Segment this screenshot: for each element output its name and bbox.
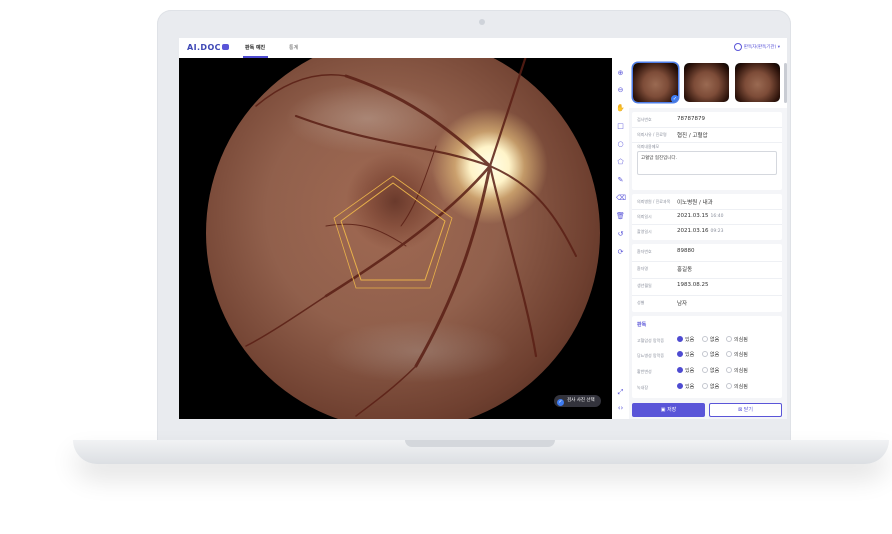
logo-mark-icon xyxy=(221,44,229,50)
finding-option-suspect[interactable]: 의심됨 xyxy=(726,383,748,390)
radio-checked-icon xyxy=(677,367,683,373)
hospital-value: 이노병원 / 내과 xyxy=(677,200,713,206)
check-icon: ✓ xyxy=(671,95,678,102)
app-screen: AI.DOC 판독 예진 통계 판독자(판독기관) ▾ ✓ 검사 사진 선택 ⊕… xyxy=(179,38,787,419)
hand-icon[interactable]: ✋ xyxy=(616,104,625,113)
radio-icon xyxy=(726,383,732,389)
check-icon: ✓ xyxy=(557,399,564,406)
user-menu[interactable]: 판독자(판독기관) ▾ xyxy=(733,43,780,51)
patient-no-value: 89880 xyxy=(677,248,695,254)
radio-icon xyxy=(702,367,708,373)
sex-value: 남자 xyxy=(677,301,688,307)
request-date-row: 의뢰일시 2021.03.15 16:40 xyxy=(632,209,782,225)
pen-icon[interactable]: ✎ xyxy=(616,176,625,185)
undo-icon[interactable]: ↺ xyxy=(616,230,625,239)
select-photo-chip[interactable]: ✓ 검사 사진 선택 xyxy=(554,395,601,407)
thumbnail-3[interactable] xyxy=(735,63,780,102)
tab-statistics[interactable]: 통계 xyxy=(289,44,298,51)
finding-option-suspect[interactable]: 의심됨 xyxy=(726,336,748,343)
finding-option-suspect[interactable]: 의심됨 xyxy=(726,351,748,358)
top-nav-bar: AI.DOC 판독 예진 통계 판독자(판독기관) ▾ xyxy=(179,38,787,59)
finding-row-hypertensive: 고혈압성 망막증 있음 없음 의심됨 xyxy=(637,336,748,343)
memo-textarea[interactable]: 고혈압 협진입니다. xyxy=(637,151,777,175)
close-button[interactable]: ⊠ 닫기 xyxy=(709,403,782,417)
webcam-dot xyxy=(479,19,485,25)
circle-icon[interactable]: ○ xyxy=(616,140,625,149)
diagnosis-value: 협진 / 고혈압 xyxy=(677,133,708,139)
annotation-toolbar: ⊕ ⊖ ✋ □ ○ ⬠ ✎ ⌫ 🗑 ↺ ⟳ ⤢ ‹› xyxy=(612,58,630,419)
finding-option-yes[interactable]: 있음 xyxy=(677,351,694,358)
birth-value: 1983.08.25 xyxy=(677,282,709,288)
reset-icon[interactable]: ⟳ xyxy=(616,248,625,257)
save-button[interactable]: ▣ 저장 xyxy=(632,403,705,417)
tab-reading[interactable]: 판독 예진 xyxy=(245,44,265,51)
zoom-out-icon[interactable]: ⊖ xyxy=(616,86,625,95)
thumbnail-2[interactable] xyxy=(684,63,729,102)
exam-no-value: 78787879 xyxy=(677,116,705,122)
finding-option-no[interactable]: 없음 xyxy=(702,383,719,390)
finding-option-no[interactable]: 없음 xyxy=(702,351,719,358)
radio-checked-icon xyxy=(677,351,683,357)
eraser-icon[interactable]: ⌫ xyxy=(616,194,626,203)
fundus-image-viewer[interactable]: ✓ 검사 사진 선택 xyxy=(179,58,612,419)
patient-name-value: 홍길동 xyxy=(677,267,693,273)
detail-panel: ✓ 검사번호 78787879 의뢰사유 / 진료명 협진 / 고혈압 의뢰내용… xyxy=(629,58,787,419)
findings-title: 판독 xyxy=(637,322,647,328)
request-date-value: 2021.03.15 16:40 xyxy=(677,213,724,219)
polygon-icon[interactable]: ⬠ xyxy=(616,158,625,167)
findings-card: 판독 고혈압성 망막증 있음 없음 의심됨 당뇨병성 망막증 있음 없음 의심됨… xyxy=(632,316,782,398)
finding-option-yes[interactable]: 있음 xyxy=(677,336,694,343)
radio-checked-icon xyxy=(677,383,683,389)
radio-icon xyxy=(702,383,708,389)
exam-date-row: 촬영일시 2021.03.16 09:23 xyxy=(637,228,724,234)
radio-icon xyxy=(726,336,732,342)
finding-option-yes[interactable]: 있음 xyxy=(677,383,694,390)
collapse-icon[interactable]: ‹› xyxy=(616,404,625,413)
laptop-notch xyxy=(405,440,555,447)
exam-date-value: 2021.03.16 09:23 xyxy=(677,228,724,234)
roi-pentagon-overlay[interactable] xyxy=(179,58,612,419)
fullscreen-icon[interactable]: ⤢ xyxy=(616,388,625,397)
radio-checked-icon xyxy=(677,336,683,342)
thumbnail-1[interactable]: ✓ xyxy=(633,63,678,102)
diagnosis-row: 의뢰사유 / 진료명 협진 / 고혈압 xyxy=(632,127,782,143)
rectangle-icon[interactable]: □ xyxy=(616,122,625,131)
exam-no-row: 검사번호 78787879 xyxy=(632,112,782,128)
sex-row: 성별 남자 xyxy=(637,300,688,307)
trash-icon[interactable]: 🗑 xyxy=(616,212,625,221)
zoom-in-icon[interactable]: ⊕ xyxy=(616,69,625,78)
patient-info-card: 환자번호 89880 환자명 홍길동 생년월일 1983.08.25 성별 남자 xyxy=(632,244,782,312)
finding-row-glaucoma: 녹내장 있음 없음 의심됨 xyxy=(637,383,748,390)
finding-option-no[interactable]: 없음 xyxy=(702,367,719,374)
hospital-info-card: 의뢰병원 / 진료과목 이노병원 / 내과 의뢰일시 2021.03.15 16:… xyxy=(632,194,782,240)
hospital-row: 의뢰병원 / 진료과목 이노병원 / 내과 xyxy=(632,194,782,210)
thumbnail-strip: ✓ xyxy=(629,58,787,108)
finding-row-diabetic: 당뇨병성 망막증 있음 없음 의심됨 xyxy=(637,351,748,358)
user-avatar-icon xyxy=(733,43,742,51)
thumbnail-scrollbar[interactable] xyxy=(784,63,787,103)
radio-icon xyxy=(726,351,732,357)
request-info-card: 검사번호 78787879 의뢰사유 / 진료명 협진 / 고혈압 의뢰내용메모… xyxy=(632,112,782,190)
finding-option-no[interactable]: 없음 xyxy=(702,336,719,343)
birth-row: 생년월일 1983.08.25 xyxy=(632,278,782,296)
finding-option-yes[interactable]: 있음 xyxy=(677,367,694,374)
radio-icon xyxy=(702,336,708,342)
patient-name-row: 환자명 홍길동 xyxy=(632,261,782,279)
finding-option-suspect[interactable]: 의심됨 xyxy=(726,367,748,374)
radio-icon xyxy=(702,351,708,357)
radio-icon xyxy=(726,367,732,373)
app-logo[interactable]: AI.DOC xyxy=(187,43,229,52)
finding-row-macular: 황반변성 있음 없음 의심됨 xyxy=(637,367,748,374)
patient-no-row: 환자번호 89880 xyxy=(632,244,782,262)
